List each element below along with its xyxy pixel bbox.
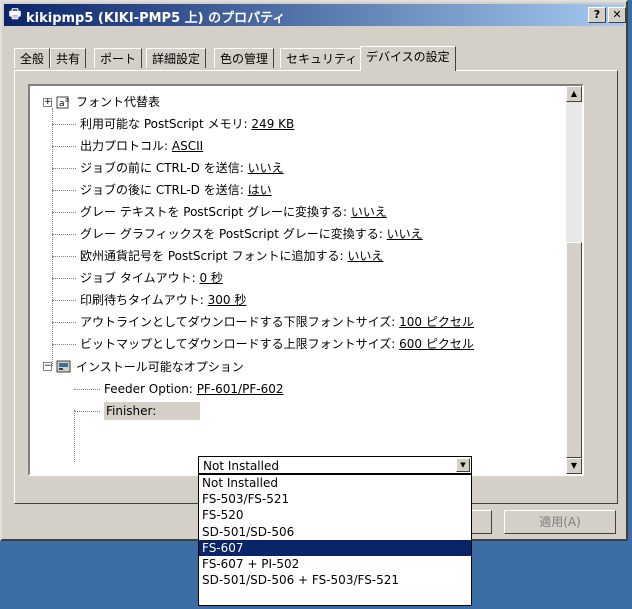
finisher-option[interactable]: Not Installed	[199, 475, 471, 491]
tree-item-output-protocol[interactable]: 出力プロトコル: ASCII	[80, 137, 203, 155]
finisher-option[interactable]: SD-501/SD-506 + FS-503/FS-521	[199, 572, 471, 588]
tree-item-finisher[interactable]: Finisher:	[104, 402, 200, 420]
tab-ports[interactable]: ポート	[94, 48, 143, 68]
setting-value[interactable]: いいえ	[351, 205, 387, 219]
setting-label: ジョブの前に CTRL-D を送信:	[80, 161, 244, 175]
setting-value[interactable]: 0 秒	[199, 271, 222, 285]
setting-value[interactable]: ASCII	[172, 139, 203, 153]
finisher-option[interactable]: FS-503/FS-521	[199, 491, 471, 507]
setting-label: ジョブ タイムアウト:	[80, 271, 196, 285]
tree-node-installable-options[interactable]: インストール可能なオプション	[76, 358, 244, 376]
tree-item-wait-timeout[interactable]: 印刷待ちタイムアウト: 300 秒	[80, 291, 246, 309]
setting-label: Feeder Option:	[104, 382, 193, 396]
setting-label: アウトラインとしてダウンロードする下限フォントサイズ:	[80, 315, 396, 329]
collapse-icon[interactable]: −	[43, 362, 52, 371]
svg-text:a: a	[59, 99, 65, 109]
setting-label: グレー グラフィックスを PostScript グレーに変換する:	[80, 227, 383, 241]
setting-label: 出力プロトコル:	[80, 139, 169, 153]
scroll-down-button[interactable]: ▼	[566, 458, 582, 474]
expand-icon[interactable]: +	[43, 98, 52, 107]
setting-label: 欧州通貨記号を PostScript フォントに追加する:	[80, 249, 344, 263]
setting-value[interactable]: 600 ピクセル	[399, 337, 474, 351]
setting-value[interactable]: いいえ	[387, 227, 423, 241]
tab-advanced[interactable]: 詳細設定	[146, 48, 207, 68]
setting-value[interactable]: 300 秒	[208, 293, 247, 307]
finisher-option[interactable]: SD-501/SD-506	[199, 524, 471, 540]
printer-icon: 🖶	[8, 7, 22, 22]
tree-node-font-substitution[interactable]: フォント代替表	[76, 93, 160, 111]
finisher-dropdown-list[interactable]: Not Installed FS-503/FS-521 FS-520 SD-50…	[198, 474, 472, 606]
setting-value[interactable]: はい	[248, 183, 272, 197]
setting-label: ビットマップとしてダウンロードする上限フォントサイズ:	[80, 337, 396, 351]
apply-button[interactable]: 適用(A)	[504, 510, 616, 534]
font-icon: aa	[56, 95, 72, 109]
tree-item-bitmap-font-size[interactable]: ビットマップとしてダウンロードする上限フォントサイズ: 600 ピクセル	[80, 335, 474, 353]
tree-line	[74, 410, 75, 462]
tab-general[interactable]: 全般	[14, 48, 51, 68]
tree-item-ctrl-d-after[interactable]: ジョブの後に CTRL-D を送信: はい	[80, 181, 272, 199]
chevron-down-icon[interactable]: ▼	[456, 458, 470, 472]
tree-item-job-timeout[interactable]: ジョブ タイムアウト: 0 秒	[80, 269, 223, 287]
tree-item-euro-symbol[interactable]: 欧州通貨記号を PostScript フォントに追加する: いいえ	[80, 247, 383, 265]
setting-label: グレー テキストを PostScript グレーに変換する:	[80, 205, 348, 219]
tab-sharing[interactable]: 共有	[50, 48, 87, 68]
finisher-select-value: Not Installed	[203, 459, 279, 473]
close-button[interactable]: ✕	[608, 7, 626, 23]
finisher-select[interactable]: Not Installed ▼	[198, 456, 472, 474]
setting-value[interactable]: 100 ピクセル	[399, 315, 474, 329]
setting-label: ジョブの後に CTRL-D を送信:	[80, 183, 244, 197]
window-title: kikipmp5 (KIKI-PMP5 上) のプロパティ	[26, 11, 286, 26]
tab-device-settings[interactable]: デバイスの設定	[360, 46, 456, 71]
scroll-up-button[interactable]: ▲	[566, 86, 582, 102]
tree-item-ctrl-d-before[interactable]: ジョブの前に CTRL-D を送信: いいえ	[80, 159, 284, 177]
tree-item-postscript-memory[interactable]: 利用可能な PostScript メモリ: 249 KB	[80, 115, 294, 133]
setting-value[interactable]: PF-601/PF-602	[197, 382, 284, 396]
options-icon	[56, 360, 72, 374]
svg-text:a: a	[65, 96, 69, 104]
finisher-option[interactable]: FS-607 + PI-502	[199, 556, 471, 572]
setting-value[interactable]: いいえ	[347, 249, 383, 263]
scroll-thumb[interactable]	[566, 242, 582, 458]
help-button[interactable]: ?	[588, 7, 606, 23]
tree-item-outline-font-size[interactable]: アウトラインとしてダウンロードする下限フォントサイズ: 100 ピクセル	[80, 313, 474, 331]
setting-label: 印刷待ちタイムアウト:	[80, 293, 204, 307]
device-settings-tree[interactable]: + aa フォント代替表 利用可能な PostScript メモリ: 249 K…	[28, 84, 584, 476]
finisher-option[interactable]: FS-520	[199, 507, 471, 523]
tab-color-management[interactable]: 色の管理	[214, 48, 275, 68]
title-bar[interactable]: 🖶 kikipmp5 (KIKI-PMP5 上) のプロパティ ? ✕	[4, 4, 626, 26]
vertical-scrollbar[interactable]: ▲ ▼	[566, 86, 582, 474]
tree-item-gray-text[interactable]: グレー テキストを PostScript グレーに変換する: いいえ	[80, 203, 387, 221]
tree-item-gray-graphics[interactable]: グレー グラフィックスを PostScript グレーに変換する: いいえ	[80, 225, 423, 243]
tab-security[interactable]: セキュリティ	[280, 48, 364, 68]
setting-label: 利用可能な PostScript メモリ:	[80, 117, 248, 131]
setting-value[interactable]: いいえ	[248, 161, 284, 175]
tree-item-feeder-option[interactable]: Feeder Option: PF-601/PF-602	[104, 380, 283, 398]
finisher-option-highlighted[interactable]: FS-607	[199, 539, 471, 556]
setting-value[interactable]: 249 KB	[251, 117, 294, 131]
